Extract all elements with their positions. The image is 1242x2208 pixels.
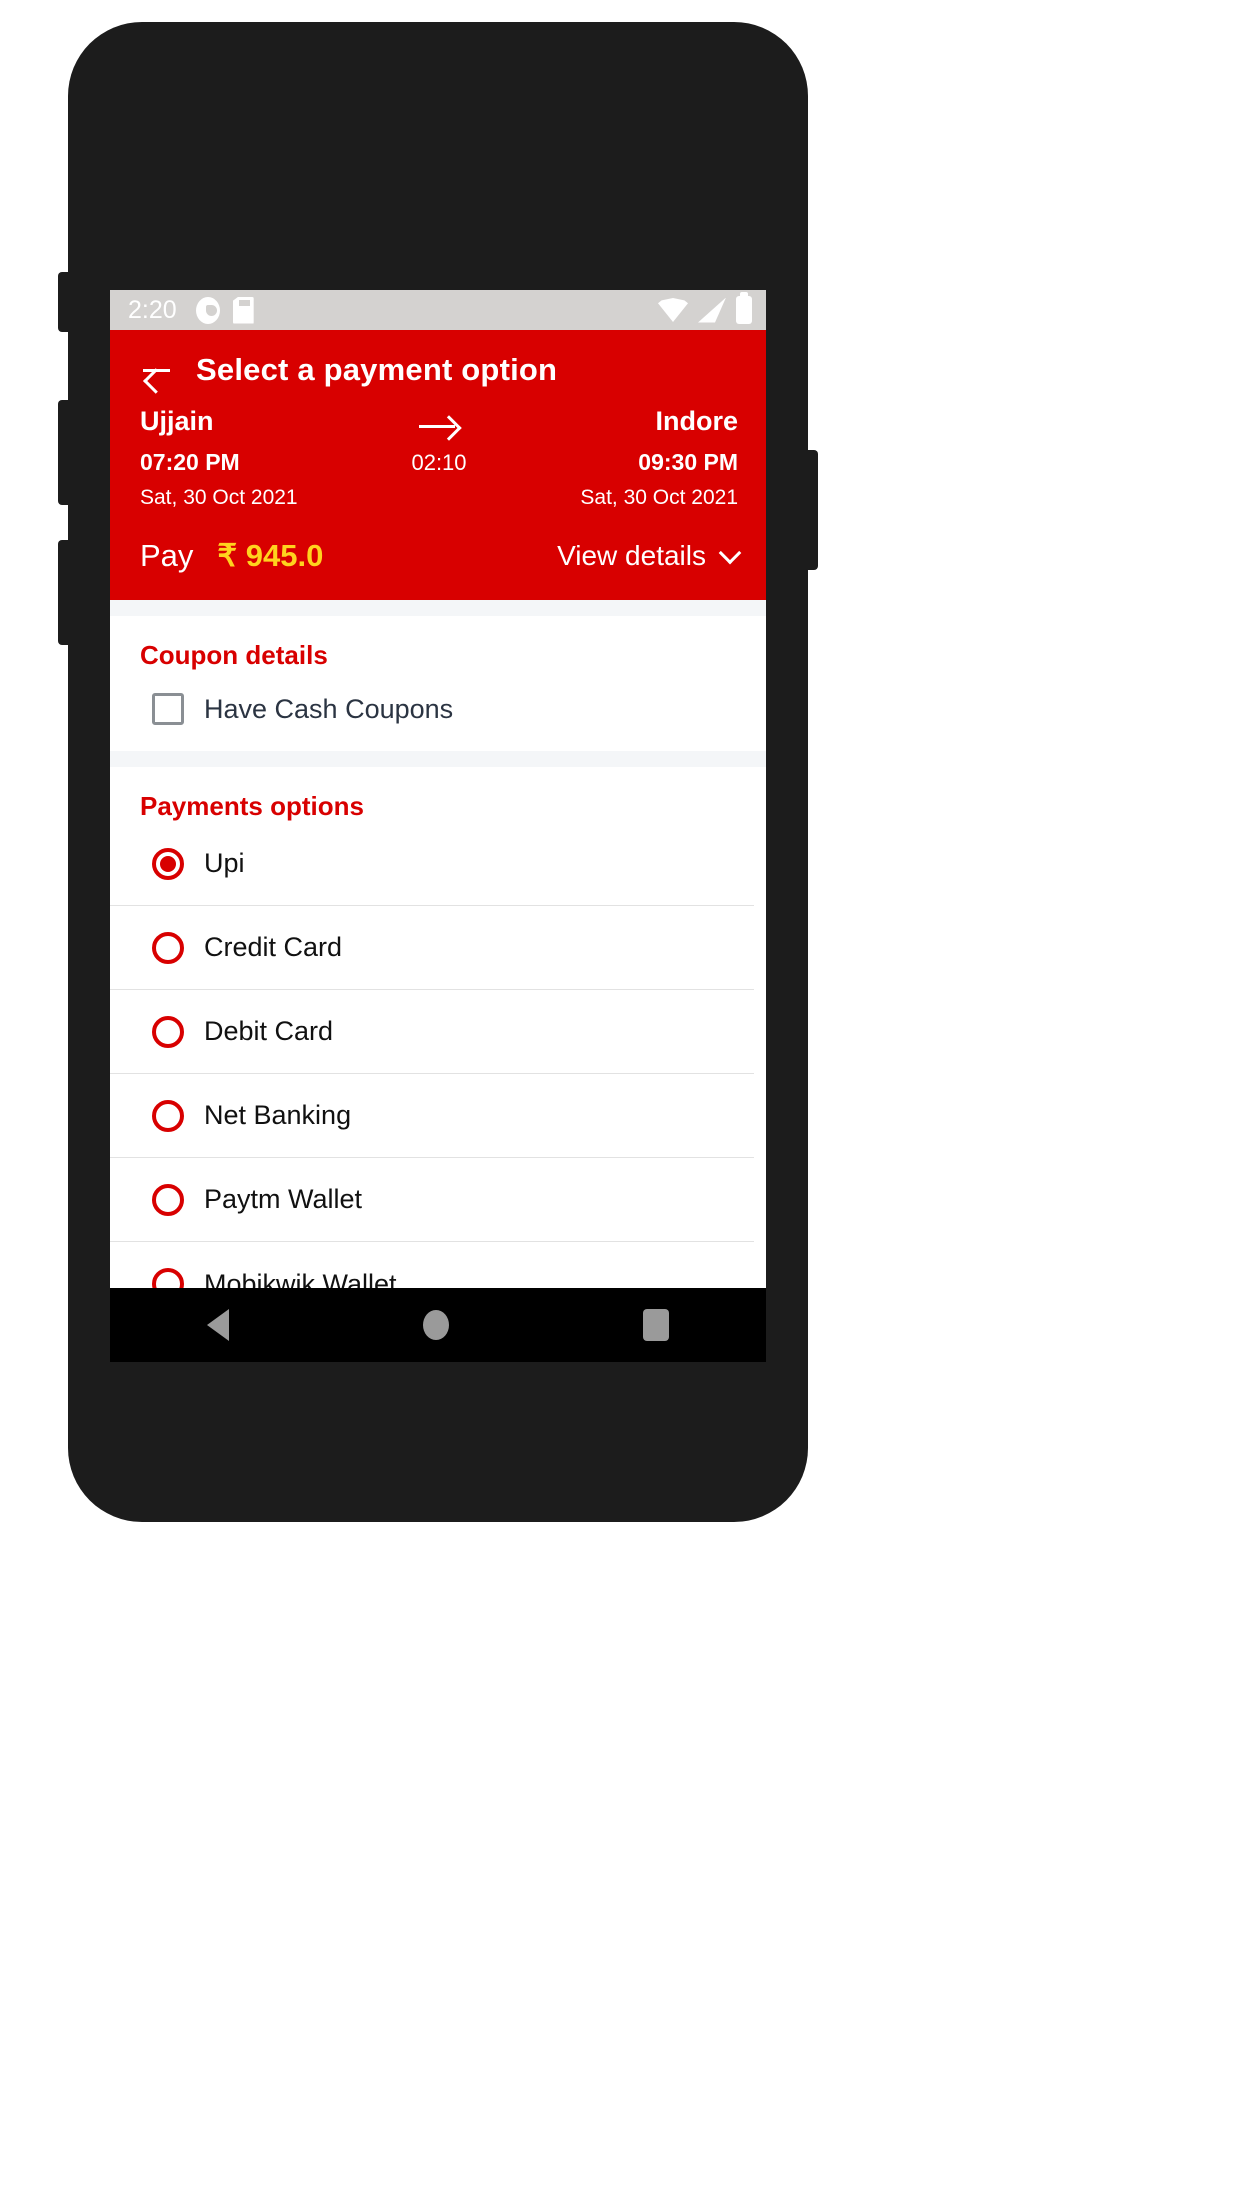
payment-option-label: Net Banking [204, 1100, 352, 1130]
payment-options-scroll[interactable]: Upi Credit Card Debit Card Net Banking Paytm… [110, 822, 766, 1362]
nfc-icon [195, 296, 220, 324]
destination-city: Indore [655, 406, 738, 436]
payment-option-radio[interactable] [152, 931, 184, 964]
payment-option-label: Debit Card [204, 1016, 334, 1046]
phone-side-button-top[interactable] [58, 272, 72, 332]
departure-date: Sat, 30 Oct 2021 [140, 486, 298, 509]
journey-duration: 02:10 [411, 450, 467, 475]
coupon-section-title: Coupon details [140, 640, 328, 670]
arrival-time: 09:30 PM [638, 449, 738, 475]
payment-option-label: Credit Card [204, 932, 343, 962]
coupon-section: Coupon details Have Cash Coupons [110, 616, 766, 751]
battery-icon [736, 292, 752, 324]
title-row: Select a payment option [110, 330, 766, 406]
screenshot-root: 2:20 Select a payment option Ujjain Indo… [0, 0, 1242, 2208]
pay-label: Pay [140, 538, 194, 573]
journey-city-row: Ujjain Indore [140, 406, 738, 437]
nav-back-icon[interactable] [207, 1309, 229, 1341]
have-cash-coupons-label: Have Cash Coupons [204, 693, 454, 724]
payments-section: Payments options Upi Credit Card Debit Car… [110, 767, 766, 1362]
back-arrow-icon[interactable] [140, 353, 174, 387]
signal-icon [698, 297, 726, 323]
pay-amount: ₹ 945.0 [217, 538, 324, 573]
band-above-coupons [110, 600, 766, 616]
chevron-down-icon [718, 541, 742, 565]
payment-options-list: Upi Credit Card Debit Card Net Banking Paytm… [110, 822, 766, 1326]
payment-option-row[interactable]: Paytm Wallet [110, 1158, 754, 1242]
payment-option-radio[interactable] [152, 847, 184, 880]
nav-recents-icon[interactable] [643, 1309, 669, 1341]
phone-screen: 2:20 Select a payment option Ujjain Indo… [110, 290, 766, 1362]
journey-time-row: 07:20 PM 02:10 09:30 PM [140, 449, 738, 476]
have-cash-coupons-checkbox[interactable] [152, 693, 184, 725]
departure-time: 07:20 PM [140, 449, 240, 475]
status-time: 2:20 [128, 295, 177, 324]
sd-card-icon [232, 296, 254, 324]
arrival-date: Sat, 30 Oct 2021 [580, 486, 738, 509]
status-right-icons [658, 292, 752, 324]
payment-option-row[interactable]: Credit Card [110, 906, 754, 990]
content-area: Coupon details Have Cash Coupons Payment… [110, 600, 766, 1362]
page-title: Select a payment option [196, 352, 558, 387]
volume-up-button[interactable] [58, 400, 72, 505]
journey-date-row: Sat, 30 Oct 2021 Sat, 30 Oct 2021 [140, 486, 738, 510]
status-bar: 2:20 [110, 290, 766, 330]
nav-home-icon[interactable] [423, 1310, 449, 1340]
journey-summary: Ujjain Indore 07:20 PM 02:10 09:30 PM Sa… [110, 406, 766, 510]
payment-option-row[interactable]: Net Banking [110, 1074, 754, 1158]
payment-option-label: Upi [204, 848, 245, 878]
payments-section-title: Payments options [140, 791, 364, 821]
power-button[interactable] [804, 450, 818, 570]
payment-option-radio[interactable] [152, 1183, 184, 1216]
payment-option-row[interactable]: Debit Card [110, 990, 754, 1074]
band-above-payments [110, 751, 766, 767]
origin-city: Ujjain [140, 406, 214, 436]
view-details-button[interactable]: View details [557, 540, 742, 572]
payment-option-row[interactable]: Upi [110, 822, 754, 906]
volume-down-button[interactable] [58, 540, 72, 645]
payment-option-label: Paytm Wallet [204, 1184, 363, 1214]
have-cash-coupons-row[interactable]: Have Cash Coupons [110, 671, 766, 751]
status-left-icons [195, 296, 254, 324]
journey-arrow-cell [379, 415, 499, 437]
arrow-right-icon [419, 415, 459, 437]
android-navigation-bar [110, 1288, 766, 1362]
view-details-label: View details [557, 540, 706, 571]
app-header: Select a payment option Ujjain Indore 07… [110, 330, 766, 600]
payment-option-radio[interactable] [152, 1015, 184, 1048]
pay-row: Pay ₹ 945.0 View details [110, 510, 766, 578]
payment-option-radio[interactable] [152, 1099, 184, 1132]
wifi-icon [658, 298, 688, 322]
